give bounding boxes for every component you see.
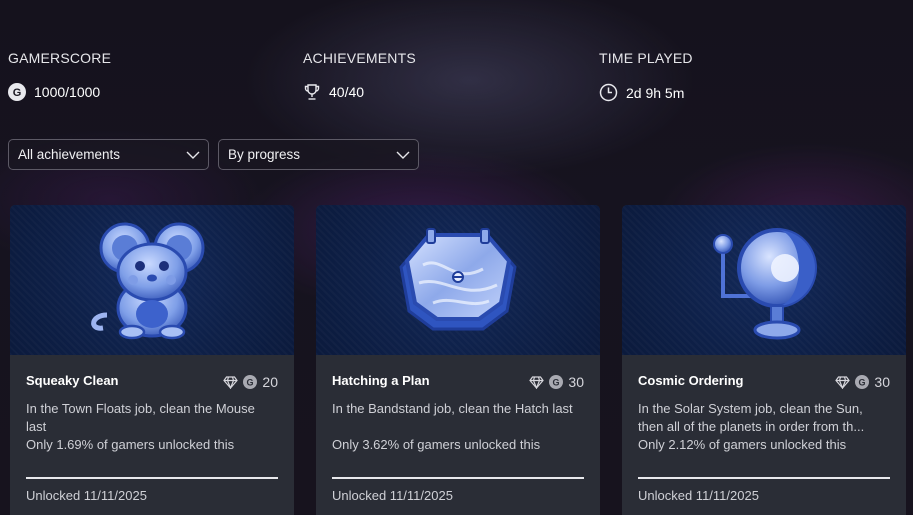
chevron-down-icon bbox=[186, 151, 200, 159]
time-played-label: TIME PLAYED bbox=[599, 50, 693, 66]
svg-text:G: G bbox=[553, 378, 560, 388]
progress-bar bbox=[332, 477, 584, 479]
unlock-date: Unlocked 11/11/2025 bbox=[26, 488, 147, 503]
achievement-rarity: Only 2.12% of gamers unlocked this bbox=[638, 437, 847, 452]
chevron-down-icon bbox=[396, 151, 410, 159]
achievement-score: 30 bbox=[874, 374, 890, 390]
svg-text:G: G bbox=[247, 378, 254, 388]
gamerscore-g-icon: G bbox=[8, 83, 26, 101]
achievement-title: Squeaky Clean bbox=[26, 373, 119, 388]
achievement-filter-dropdown[interactable]: All achievements bbox=[8, 139, 209, 170]
svg-text:G: G bbox=[13, 87, 22, 99]
progress-bar bbox=[26, 477, 278, 479]
achievement-description: In the Bandstand job, clean the Hatch la… bbox=[332, 401, 573, 416]
clock-icon bbox=[599, 83, 618, 102]
achievement-card[interactable]: Cosmic Ordering G 30 In the Solar System… bbox=[622, 205, 906, 515]
time-played-value: 2d 9h 5m bbox=[626, 84, 685, 101]
gamerscore-stat: GAMERSCORE G 1000/1000 bbox=[8, 50, 111, 101]
achievements-label: ACHIEVEMENTS bbox=[303, 50, 416, 66]
achievement-art bbox=[622, 205, 906, 355]
achievement-art bbox=[316, 205, 600, 355]
achievements-value: 40/40 bbox=[329, 84, 365, 100]
gamerscore-g-icon: G bbox=[855, 375, 870, 389]
diamond-icon bbox=[223, 375, 239, 389]
achievement-score: 20 bbox=[262, 374, 278, 390]
svg-text:G: G bbox=[859, 378, 866, 388]
achievements-stat: ACHIEVEMENTS 40/40 bbox=[303, 50, 416, 101]
achievement-score: 30 bbox=[568, 374, 584, 390]
achievement-rarity: Only 1.69% of gamers unlocked this bbox=[26, 437, 235, 452]
trophy-icon bbox=[304, 84, 320, 100]
achievement-description: In the Solar System job, clean the Sun, … bbox=[638, 401, 865, 434]
orrery-art bbox=[713, 228, 817, 340]
progress-bar bbox=[638, 477, 890, 479]
achievement-title: Hatching a Plan bbox=[332, 373, 430, 388]
time-played-stat: TIME PLAYED 2d 9h 5m bbox=[599, 50, 693, 102]
unlock-date: Unlocked 11/11/2025 bbox=[332, 488, 453, 503]
unlock-date: Unlocked 11/11/2025 bbox=[638, 488, 759, 503]
sort-dropdown[interactable]: By progress bbox=[218, 139, 419, 170]
achievement-card[interactable]: Hatching a Plan G 30 In the Bandstand jo… bbox=[316, 205, 600, 515]
achievement-card[interactable]: Squeaky Clean G 20 In the Town Floats jo… bbox=[10, 205, 294, 515]
achievement-description: In the Town Floats job, clean the Mouse … bbox=[26, 401, 255, 434]
diamond-icon bbox=[835, 375, 851, 389]
gamerscore-value: 1000/1000 bbox=[34, 84, 101, 100]
achievement-title: Cosmic Ordering bbox=[638, 373, 744, 388]
gamerscore-g-icon: G bbox=[243, 375, 258, 389]
sort-value: By progress bbox=[228, 147, 301, 162]
achievement-rarity: Only 3.62% of gamers unlocked this bbox=[332, 437, 541, 452]
hatch-art bbox=[399, 228, 517, 331]
achievement-filter-value: All achievements bbox=[18, 147, 121, 162]
achievement-art bbox=[10, 205, 294, 355]
mouse-art bbox=[91, 222, 205, 340]
gamerscore-g-icon: G bbox=[549, 375, 564, 389]
gamerscore-label: GAMERSCORE bbox=[8, 50, 112, 66]
diamond-icon bbox=[529, 375, 545, 389]
